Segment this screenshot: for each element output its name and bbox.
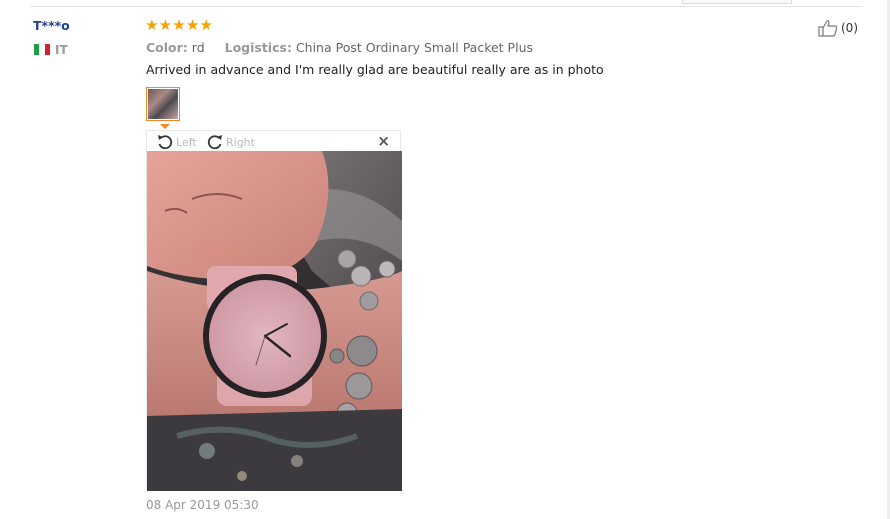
rotate-right-label: Right [226, 135, 255, 149]
italy-flag-icon [34, 44, 50, 55]
helpful-button[interactable]: (0) [818, 19, 858, 37]
close-viewer-button[interactable]: × [377, 134, 390, 149]
photo-viewer: Left Right × [146, 130, 402, 491]
review-photo [147, 151, 402, 491]
star-icon: ★ [199, 16, 213, 34]
review-text: Arrived in advance and I'm really glad a… [146, 62, 604, 77]
logistics-value: China Post Ordinary Small Packet Plus [295, 40, 534, 55]
color-label: Color: [146, 40, 188, 55]
reviewer-country: IT [55, 43, 68, 57]
rotate-left-icon [158, 135, 173, 150]
viewer-toolbar: Left Right × [147, 131, 400, 151]
rotate-left-button[interactable]: Left [156, 133, 197, 151]
sort-select-edge[interactable] [682, 0, 792, 4]
star-icon: ★ [158, 16, 173, 34]
thumbs-up-icon [818, 20, 838, 37]
star-icon: ★ [145, 16, 159, 34]
top-divider [30, 6, 862, 7]
rotate-right-icon [207, 135, 222, 150]
rotate-left-label: Left [176, 135, 197, 149]
star-icon: ★ [185, 16, 200, 34]
thumbnail-image [148, 89, 178, 119]
reviewer-name: T***o [33, 18, 70, 33]
star-rating: ★ ★ ★ ★ ★ [145, 17, 213, 34]
logistics-label: Logistics: [224, 40, 292, 55]
review-date: 08 Apr 2019 05:30 [146, 498, 259, 512]
helpful-count: (0) [841, 21, 858, 35]
star-icon: ★ [172, 16, 186, 34]
review-photo-image [147, 151, 402, 491]
rotate-right-button[interactable]: Right [206, 133, 255, 151]
thumbnail-pointer [160, 124, 170, 129]
review-photo-thumbnail[interactable] [146, 87, 180, 121]
order-info: Color: rd Logistics: China Post Ordinary… [146, 40, 533, 55]
color-value: rd [191, 40, 205, 55]
